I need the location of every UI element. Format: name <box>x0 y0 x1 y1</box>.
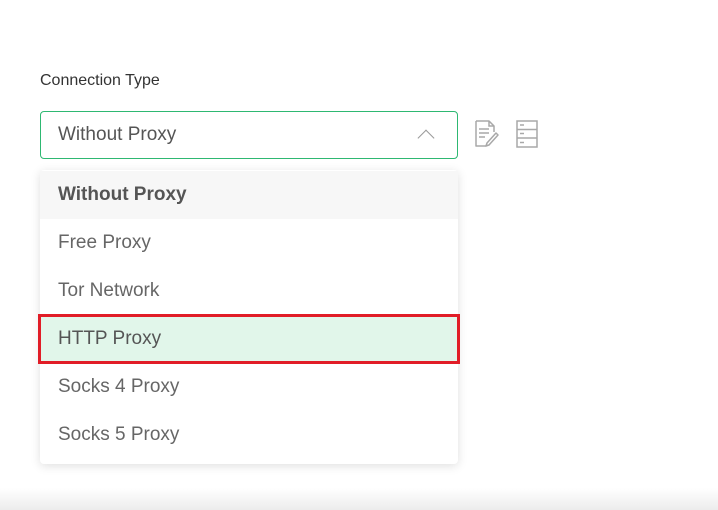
edit-list-icon[interactable] <box>472 118 500 150</box>
bottom-shadow-bar <box>0 488 718 510</box>
proxy-settings-page: Connection Type Without Proxy Without Pr… <box>0 0 718 510</box>
option-socks4-proxy[interactable]: Socks 4 Proxy <box>40 363 458 411</box>
option-without-proxy[interactable]: Without Proxy <box>40 171 458 219</box>
option-free-proxy[interactable]: Free Proxy <box>40 219 458 267</box>
option-http-proxy[interactable]: HTTP Proxy <box>40 315 458 363</box>
chevron-up-icon[interactable] <box>417 129 435 147</box>
select-current-value: Without Proxy <box>58 124 177 145</box>
connection-type-label: Connection Type <box>40 72 160 89</box>
server-icon[interactable] <box>513 118 541 150</box>
connection-type-dropdown: Without Proxy Free Proxy Tor Network HTT… <box>40 170 458 464</box>
connection-type-select[interactable]: Without Proxy <box>40 111 458 159</box>
option-socks5-proxy[interactable]: Socks 5 Proxy <box>40 411 458 459</box>
option-tor-network[interactable]: Tor Network <box>40 267 458 315</box>
